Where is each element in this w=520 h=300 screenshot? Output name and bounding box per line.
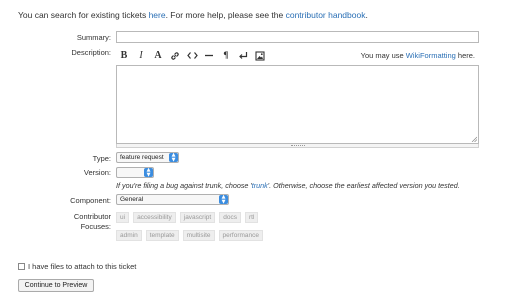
resize-grip-icon[interactable]	[471, 136, 477, 142]
summary-input[interactable]	[116, 31, 479, 43]
component-label: Component:	[70, 196, 111, 205]
heading-icon[interactable]: A	[150, 49, 166, 63]
focus-tag-rtl[interactable]: rtl	[244, 212, 259, 223]
wiki-formatting-link[interactable]: WikiFormatting	[406, 51, 456, 60]
focus-tag-admin[interactable]: admin	[116, 230, 142, 241]
line-break-icon[interactable]	[235, 49, 251, 63]
link-icon[interactable]	[167, 49, 183, 63]
italic-icon[interactable]: I	[133, 49, 149, 63]
description-label: Description:	[71, 48, 111, 57]
horizontal-rule-icon[interactable]	[201, 49, 217, 63]
select-arrows-icon: ▲ ▼	[169, 153, 178, 162]
description-textarea[interactable]	[116, 65, 479, 144]
bold-icon[interactable]: B	[116, 49, 132, 63]
code-icon[interactable]	[184, 49, 200, 63]
version-hint: If you're filing a bug against trunk, ch…	[116, 181, 460, 190]
continue-to-preview-button[interactable]: Continue to Preview	[18, 279, 94, 292]
select-arrows-icon: ▲ ▼	[219, 195, 228, 204]
version-select[interactable]: ▲ ▼	[116, 167, 154, 178]
image-icon[interactable]	[252, 49, 268, 63]
summary-label: Summary:	[76, 33, 111, 42]
focus-tag-javascript[interactable]: javascript	[179, 212, 216, 223]
attach-files-label[interactable]: I have files to attach to this ticket	[28, 262, 136, 271]
attach-files-checkbox[interactable]	[18, 263, 25, 270]
type-select[interactable]: feature request ▲ ▼	[116, 152, 179, 163]
focus-tag-multisite[interactable]: multisite	[182, 230, 215, 241]
intro-text: You can search for existing tickets here…	[18, 10, 368, 20]
paragraph-icon[interactable]: ¶	[218, 49, 234, 63]
type-label: Type:	[92, 154, 111, 163]
version-label: Version:	[83, 168, 111, 177]
focuses-row-2: admin template multisite performance	[116, 230, 267, 241]
search-tickets-link[interactable]: here	[149, 10, 166, 20]
focuses-row-1: ui accessibility javascript docs rtl	[116, 212, 262, 223]
focus-tag-template[interactable]: template	[145, 230, 179, 241]
focus-tag-ui[interactable]: ui	[116, 212, 130, 223]
wiki-formatting-help: You may use WikiFormatting here.	[360, 51, 475, 60]
focus-tag-accessibility[interactable]: accessibility	[133, 212, 176, 223]
focus-tag-docs[interactable]: docs	[219, 212, 241, 223]
contributor-handbook-link[interactable]: contributor handbook	[286, 10, 366, 20]
textarea-splitter[interactable]	[116, 144, 479, 148]
focuses-label: Contributor Focuses:	[73, 212, 111, 231]
focus-tag-performance[interactable]: performance	[218, 230, 263, 241]
component-select[interactable]: General ▲ ▼	[116, 194, 229, 205]
wiki-toolbar: B I A ¶ You may use WikiFormatting here.	[116, 47, 479, 64]
select-arrows-icon: ▲ ▼	[144, 168, 153, 177]
trunk-link[interactable]: trunk	[252, 181, 268, 190]
